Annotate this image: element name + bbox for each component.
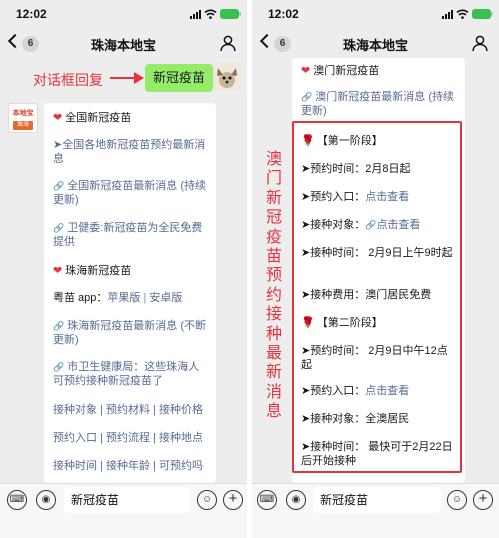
list-item[interactable]: ➤全国各地新冠疫苗预约最新消息 bbox=[53, 138, 208, 166]
quick-links-row[interactable]: 接种时间 | 接种年龄 | 可预约吗 bbox=[53, 459, 208, 473]
link-icon: 🔗 bbox=[301, 92, 313, 102]
nav-bar: 6 珠海本地宝 bbox=[0, 28, 247, 60]
account-avatar-text: 本地宝 bbox=[12, 110, 34, 117]
account-avatar[interactable]: 本地宝 珠海 bbox=[8, 103, 38, 133]
heart-icon: ❤ bbox=[53, 265, 63, 277]
link-icon: 🔗 bbox=[53, 321, 65, 331]
section-heading: ❤ 全国新冠疫苗 bbox=[53, 112, 132, 124]
wifi-icon bbox=[456, 9, 469, 19]
section-heading: ❤ 澳门新冠疫苗 bbox=[301, 65, 380, 77]
link-icon: 🔗 bbox=[53, 181, 65, 191]
right-chat-screen: 12:02 6 珠海本地宝 澳门新冠疫苗预约接种最新消息 ❤ 澳门新冠疫苗 🔗 澳… bbox=[252, 0, 499, 538]
person-icon[interactable] bbox=[219, 34, 237, 52]
message-input[interactable]: 新冠疫苗 bbox=[64, 487, 190, 513]
status-time: 12:02 bbox=[268, 7, 299, 21]
account-avatar-city: 珠海 bbox=[13, 121, 33, 130]
status-bar: 12:02 bbox=[0, 0, 247, 28]
side-caption: 澳门新冠疫苗预约接种最新消息 bbox=[266, 151, 283, 421]
list-item[interactable]: 🔗 珠海新冠疫苗最新消息 (不断更新) bbox=[53, 319, 208, 347]
emoji-icon[interactable]: ☺ bbox=[197, 490, 217, 510]
voice-icon[interactable]: ◉ bbox=[36, 490, 56, 510]
input-bar: ⌨ ◉ 新冠疫苗 ☺ + bbox=[0, 483, 247, 538]
s1-vaccination-time: ➤接种时间： 2月9日上午9时起 bbox=[301, 247, 453, 259]
message-input[interactable]: 新冠疫苗 bbox=[313, 487, 441, 513]
person-icon[interactable] bbox=[471, 34, 489, 52]
news-link[interactable]: 🔗 澳门新冠疫苗最新消息 (持续更新) bbox=[301, 90, 457, 118]
s1-appointment-entry: ➤预约入口：点击查看 bbox=[301, 191, 410, 203]
heart-icon: ❤ bbox=[53, 112, 63, 124]
dog-avatar-icon bbox=[213, 63, 241, 91]
link-icon: 🔗 bbox=[53, 223, 65, 233]
plus-icon[interactable]: + bbox=[223, 490, 243, 510]
status-icons bbox=[442, 8, 493, 20]
s1-vaccination-fee: ➤接种费用：澳门居民免费 bbox=[301, 289, 432, 301]
nav-bar: 6 珠海本地宝 bbox=[252, 28, 499, 60]
s2-vaccination-time: ➤接种时间： 最快可于2月22日后开始接种 bbox=[301, 441, 453, 467]
macau-message-card: ❤ 澳门新冠疫苗 🔗 澳门新冠疫苗最新消息 (持续更新) 🌹 【第一阶段】 ➤预约时… bbox=[292, 58, 465, 483]
link-icon: 🔗 bbox=[53, 362, 65, 372]
flower-icon: 🌹 bbox=[301, 135, 315, 147]
s2-appointment-entry: ➤预约入口：点击查看 bbox=[301, 385, 410, 397]
left-chat-screen: 12:02 6 珠海本地宝 对话框回复 新冠疫苗 本地宝 珠海 ❤ 全国新冠疫苗 … bbox=[0, 0, 247, 538]
chat-title: 珠海本地宝 bbox=[90, 38, 156, 53]
ios-link[interactable]: 苹果版 bbox=[107, 292, 140, 304]
keyboard-icon[interactable]: ⌨ bbox=[7, 490, 27, 510]
flower-icon: 🌹 bbox=[301, 317, 315, 329]
s1-appointment-time: ➤预约时间：2月8日起 bbox=[301, 163, 411, 175]
app-download-row: 粤苗 app：苹果版 | 安卓版 bbox=[53, 292, 183, 304]
self-message-bubble[interactable]: 新冠疫苗 bbox=[145, 64, 219, 92]
annotation-label: 对话框回复 bbox=[33, 72, 103, 88]
arrow-icon bbox=[110, 72, 144, 84]
quick-links-row[interactable]: 接种对象 | 预约材料 | 接种价格 bbox=[53, 403, 208, 417]
s1-target-group: ➤接种对象：🔗点击查看 bbox=[301, 219, 421, 231]
emoji-icon[interactable]: ☺ bbox=[447, 490, 467, 510]
voice-icon[interactable]: ◉ bbox=[286, 490, 306, 510]
heart-icon: ❤ bbox=[301, 65, 311, 77]
status-icons bbox=[190, 8, 241, 20]
android-link[interactable]: 安卓版 bbox=[149, 292, 182, 304]
section-heading: ❤ 珠海新冠疫苗 bbox=[53, 265, 132, 277]
stage2-title: 🌹 【第二阶段】 bbox=[301, 317, 383, 329]
plus-icon[interactable]: + bbox=[473, 490, 493, 510]
battery-icon bbox=[472, 9, 493, 19]
keyboard-icon[interactable]: ⌨ bbox=[257, 490, 277, 510]
list-item[interactable]: 🔗 市卫生健康局：这些珠海人可预约接种新冠疫苗了 bbox=[53, 360, 208, 388]
battery-icon bbox=[220, 9, 241, 19]
status-time: 12:02 bbox=[16, 7, 47, 21]
list-item[interactable]: 🔗 卫健委:新冠疫苗为全民免费提供 bbox=[53, 221, 208, 249]
wifi-icon bbox=[204, 9, 217, 19]
avatar[interactable] bbox=[213, 63, 241, 91]
chat-title: 珠海本地宝 bbox=[342, 38, 408, 53]
status-bar: 12:02 bbox=[252, 0, 499, 28]
signal-icon bbox=[442, 9, 453, 19]
quick-links-row[interactable]: 预约入口 | 预约流程 | 接种地点 bbox=[53, 431, 208, 445]
input-bar: ⌨ ◉ 新冠疫苗 ☺ + bbox=[252, 483, 499, 538]
signal-icon bbox=[190, 9, 201, 19]
s2-target-group: ➤接种对象：全澳居民 bbox=[301, 413, 410, 425]
s2-appointment-time: ➤预约时间： 2月9日中午12点起 bbox=[301, 345, 448, 371]
reply-message-card: ❤ 全国新冠疫苗 ➤全国各地新冠疫苗预约最新消息 🔗 全国新冠疫苗最新消息 (持续… bbox=[44, 103, 216, 483]
link-icon: 🔗 bbox=[365, 220, 377, 230]
stage1-title: 🌹 【第一阶段】 bbox=[301, 135, 383, 147]
list-item[interactable]: 🔗 全国新冠疫苗最新消息 (持续更新) bbox=[53, 179, 208, 207]
s1-target-link[interactable]: 点击查看 bbox=[376, 219, 420, 231]
s1-entry-link[interactable]: 点击查看 bbox=[365, 191, 409, 203]
s2-entry-link[interactable]: 点击查看 bbox=[365, 385, 409, 397]
